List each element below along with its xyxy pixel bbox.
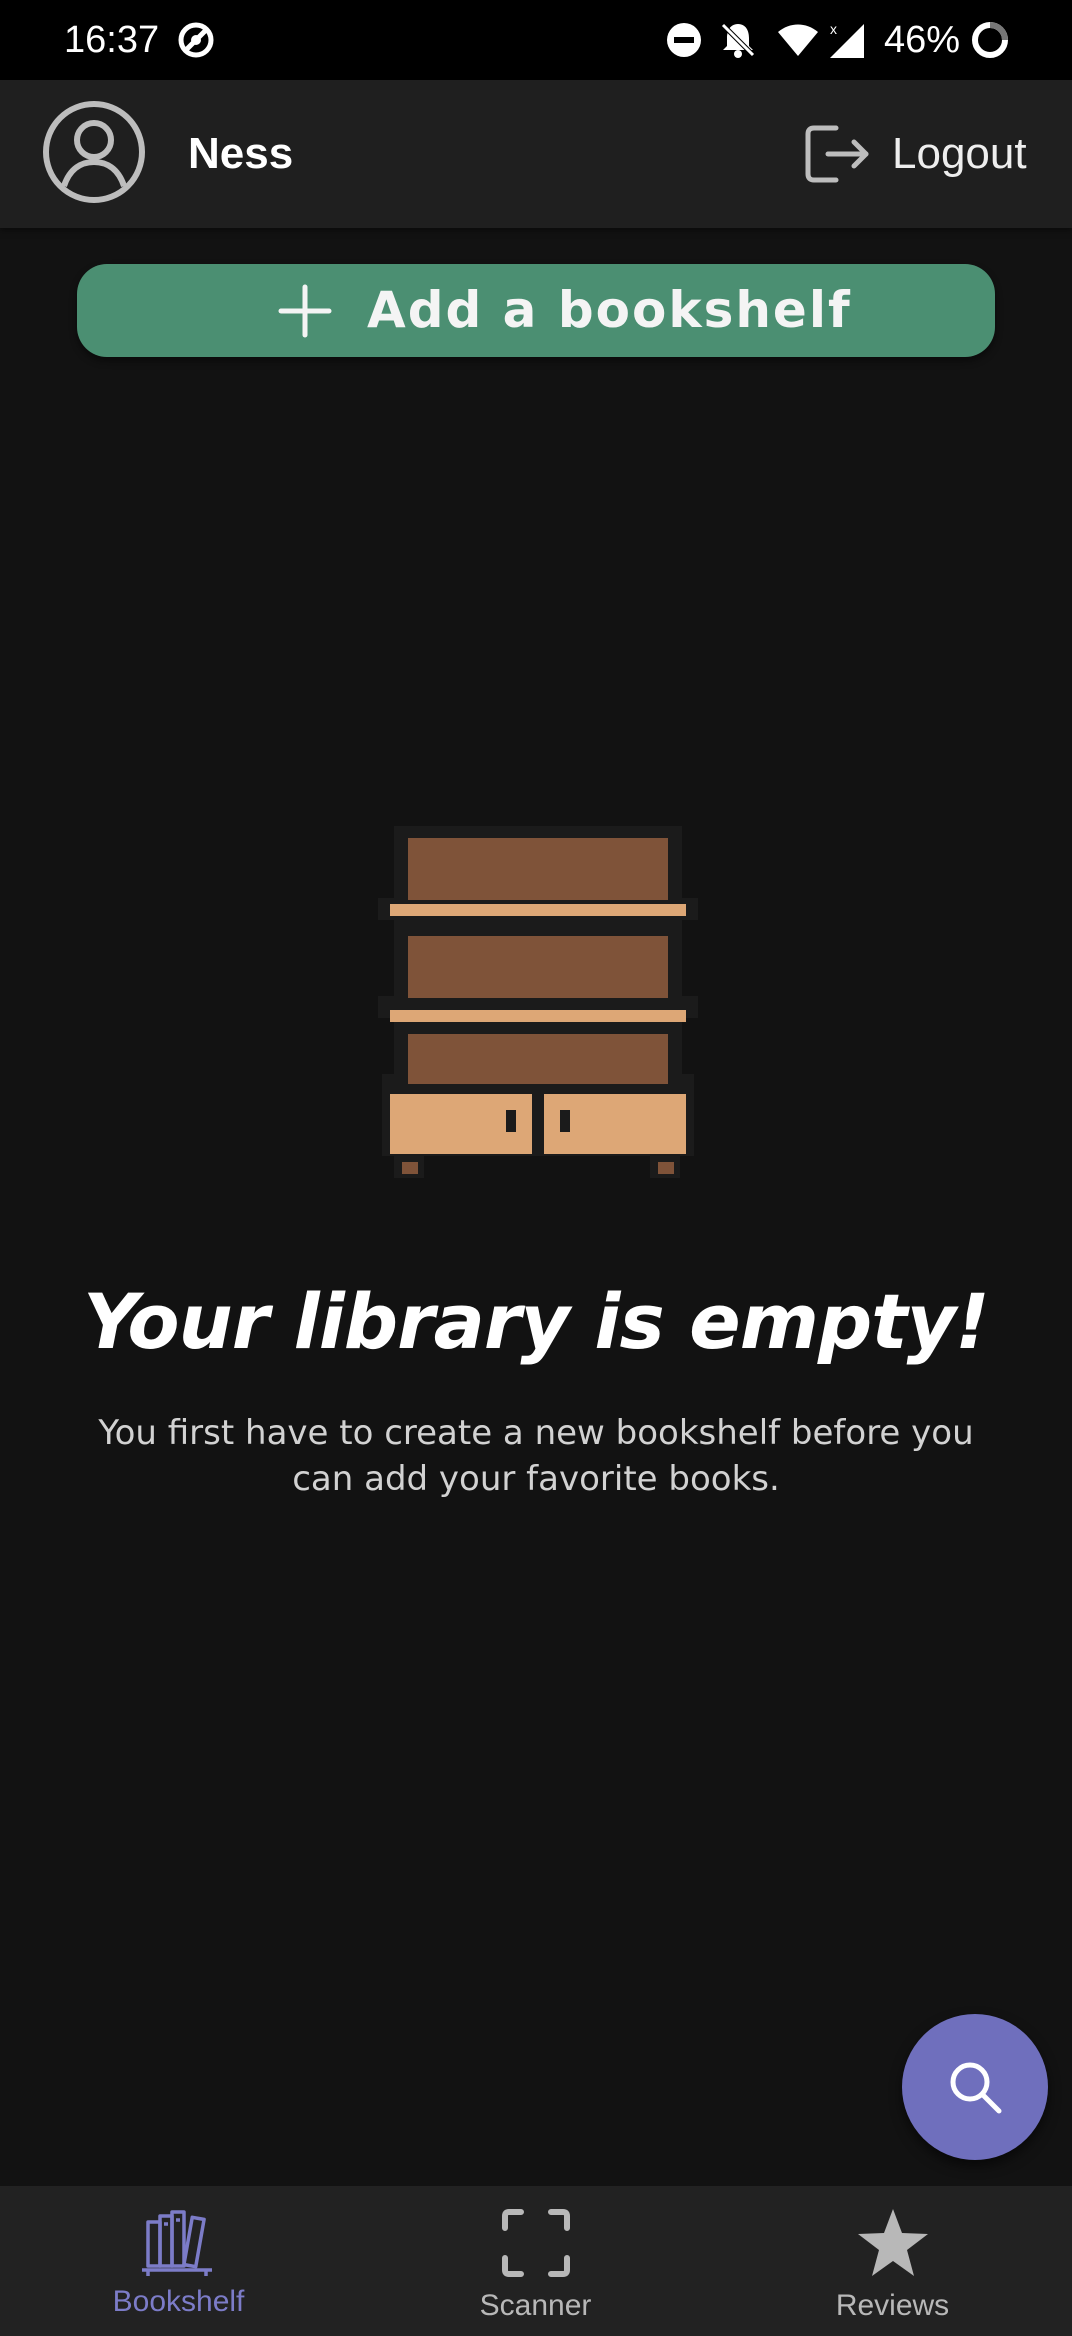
signal-icon: x bbox=[830, 21, 864, 58]
nav-item-bookshelf[interactable]: Bookshelf bbox=[0, 2186, 357, 2336]
svg-text:x: x bbox=[830, 21, 837, 37]
scan-frame-icon bbox=[502, 2209, 570, 2277]
battery-percent: 46% bbox=[884, 19, 961, 61]
vpn-icon bbox=[178, 22, 214, 58]
search-fab[interactable] bbox=[902, 2014, 1048, 2160]
app-bar: Ness Logout bbox=[0, 80, 1072, 228]
nav-label-reviews: Reviews bbox=[835, 2289, 950, 2322]
nav-item-scanner[interactable]: Scanner bbox=[357, 2186, 714, 2336]
user-name: Ness bbox=[188, 129, 294, 178]
battery-ring-icon bbox=[972, 22, 1008, 58]
status-bar: 16:37 x 46% bbox=[0, 0, 1072, 80]
bell-off-icon bbox=[721, 23, 755, 58]
bottom-navigation: Bookshelf Scanner Reviews bbox=[0, 2186, 1072, 2336]
star-icon bbox=[858, 2209, 928, 2276]
nav-label-bookshelf: Bookshelf bbox=[112, 2285, 245, 2318]
logout-icon bbox=[805, 125, 869, 183]
empty-state-description: You first have to create a new bookshelf… bbox=[98, 1413, 974, 1499]
nav-item-reviews[interactable]: Reviews bbox=[714, 2186, 1071, 2336]
logout-button[interactable]: Logout bbox=[800, 114, 1050, 194]
nav-label-scanner: Scanner bbox=[479, 2289, 592, 2322]
status-time: 16:37 bbox=[64, 19, 160, 61]
add-bookshelf-label: Add a bookshelf bbox=[367, 281, 852, 339]
add-bookshelf-button[interactable]: Add a bookshelf bbox=[77, 264, 995, 357]
search-icon bbox=[950, 2062, 1002, 2114]
empty-state-title: Your library is empty! bbox=[83, 1277, 990, 1366]
logout-label: Logout bbox=[892, 129, 1027, 178]
plus-icon bbox=[278, 284, 332, 338]
bookshelf-illustration bbox=[378, 826, 698, 1178]
dnd-icon bbox=[667, 23, 701, 57]
wifi-icon bbox=[778, 24, 818, 56]
books-icon bbox=[142, 2210, 212, 2276]
avatar-icon[interactable] bbox=[42, 100, 146, 204]
